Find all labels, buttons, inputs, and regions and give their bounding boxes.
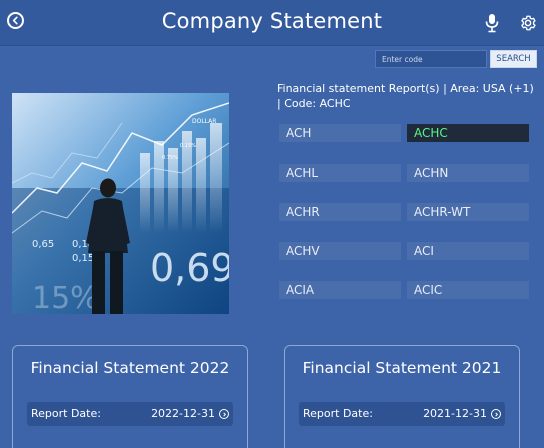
code-item[interactable]: ACHN — [407, 164, 529, 182]
app-header: Company Statement — [0, 0, 544, 46]
microphone-icon[interactable] — [484, 13, 500, 33]
chevron-right-icon[interactable] — [219, 409, 229, 419]
code-item[interactable]: ACIA — [279, 281, 401, 299]
code-item[interactable]: ACHV — [279, 242, 401, 260]
page-title: Company Statement — [161, 9, 383, 33]
chevron-right-icon[interactable] — [491, 409, 501, 419]
report-date-row[interactable]: Report Date: 2022-12-31 — [27, 402, 233, 426]
statement-card-2021[interactable]: Financial Statement 2021 Report Date: 20… — [284, 345, 520, 448]
code-grid: ACH ACHC ACHL ACHN ACHR ACHR-WT ACHV ACI… — [279, 124, 531, 304]
report-date-value: 2022-12-31 — [151, 407, 215, 420]
card-title: Financial Statement 2022 — [30, 359, 230, 377]
svg-text:15%: 15% — [32, 281, 99, 314]
card-title: Financial Statement 2021 — [302, 359, 502, 377]
svg-text:0.15%: 0.15% — [180, 143, 196, 149]
code-item[interactable]: ACHL — [279, 164, 401, 182]
report-date-label: Report Date: — [303, 407, 373, 420]
svg-text:DOLLAR: DOLLAR — [192, 118, 216, 125]
code-item[interactable]: ACI — [407, 242, 529, 260]
gear-icon[interactable] — [519, 14, 537, 32]
code-item-active[interactable]: ACHC — [407, 124, 529, 142]
code-item[interactable]: ACHR-WT — [407, 203, 529, 221]
svg-text:0,65: 0,65 — [32, 239, 54, 250]
statement-card-2022[interactable]: Financial Statement 2022 Report Date: 20… — [12, 345, 248, 448]
search-input[interactable] — [375, 50, 487, 68]
report-date-label: Report Date: — [31, 407, 101, 420]
code-item[interactable]: ACHR — [279, 203, 401, 221]
svg-text:0.75%: 0.75% — [162, 155, 178, 161]
search-button[interactable]: SEARCH — [490, 50, 537, 68]
svg-text:0,15: 0,15 — [72, 253, 94, 264]
report-info-text: Financial statement Report(s) | Area: US… — [277, 82, 534, 110]
hero-image: 0,65 0,18 0,15 0,69 15% DOLLAR 0.75% 0.1… — [12, 93, 229, 314]
report-date-row[interactable]: Report Date: 2021-12-31 — [299, 402, 505, 426]
code-item[interactable]: ACIC — [407, 281, 529, 299]
code-item[interactable]: ACH — [279, 124, 401, 142]
report-date-value: 2021-12-31 — [423, 407, 487, 420]
svg-text:0,69: 0,69 — [150, 246, 229, 290]
